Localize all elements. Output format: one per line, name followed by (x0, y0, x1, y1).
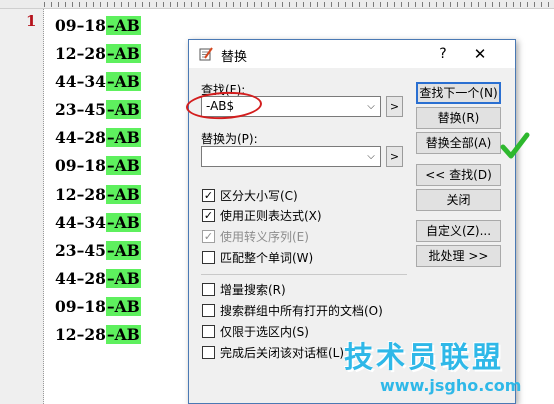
checkbox-checked-icon: ✓ (202, 230, 215, 243)
options-separator (201, 274, 407, 275)
help-button[interactable]: ? (434, 44, 452, 64)
line-number-gutter (0, 9, 44, 404)
replace-all-button[interactable]: 替换全部(A) (416, 132, 501, 154)
text-line[interactable]: 44–34–AB (55, 68, 141, 96)
text-line[interactable]: 23–45–AB (55, 96, 141, 124)
notepad-pencil-icon (199, 47, 213, 61)
checkbox-checked-icon: ✓ (202, 189, 215, 202)
highlighted-match: –AB (105, 44, 141, 64)
batch-process-button[interactable]: 批处理 >> (416, 245, 501, 267)
dialog-titlebar[interactable]: 替换 ? ✕ (189, 40, 515, 68)
replace-input[interactable]: ⌵ (201, 146, 381, 167)
checkbox-unchecked-icon (202, 251, 215, 264)
find-next-button[interactable]: 查找下一个(N) (416, 82, 501, 104)
top-ruler (0, 0, 554, 9)
text-line[interactable]: 44–28–AB (55, 124, 141, 152)
checkbox-unchecked-icon (202, 325, 215, 338)
text-line[interactable]: 12–28–AB (55, 181, 141, 209)
text-line[interactable]: 44–34–AB (55, 209, 141, 237)
close-button[interactable]: 关闭 (416, 189, 501, 211)
highlighted-match: –AB (105, 296, 141, 316)
green-check-icon (500, 132, 530, 159)
find-regex-helper-button[interactable]: > (386, 96, 403, 117)
text-line[interactable]: 12–28–AB (55, 40, 141, 68)
highlighted-match: –AB (105, 72, 141, 92)
replace-label: 替换为(P): (201, 132, 258, 146)
highlighted-match: –AB (105, 156, 141, 176)
close-window-button[interactable]: ✕ (471, 44, 489, 64)
checkbox-unchecked-icon (202, 283, 215, 296)
document-lines[interactable]: 09–18–AB 12–28–AB 44–34–AB 23–45–AB 44–2… (55, 12, 141, 349)
highlighted-match: –AB (105, 240, 141, 260)
text-line[interactable]: 09–18–AB (55, 12, 141, 40)
text-line[interactable]: 44–28–AB (55, 265, 141, 293)
dialog-title: 替换 (221, 50, 248, 65)
highlighted-match: –AB (105, 100, 141, 120)
checkbox-checked-icon: ✓ (202, 209, 215, 222)
checkbox-unchecked-icon (202, 304, 215, 317)
collapse-find-button[interactable]: << 查找(D) (416, 164, 501, 186)
highlighted-match: –AB (105, 184, 141, 204)
replace-button[interactable]: 替换(R) (416, 107, 501, 129)
chevron-down-icon[interactable]: ⌵ (365, 149, 377, 164)
watermark-url: www.jsgho.com (380, 376, 522, 395)
highlighted-match: –AB (105, 325, 141, 345)
line-number: 1 (26, 12, 37, 30)
highlighted-match: –AB (105, 16, 141, 35)
highlighted-match: –AB (105, 128, 141, 148)
ruler-ticks (44, 2, 554, 7)
watermark-logo-text: 技术员联盟 (344, 340, 505, 374)
highlighted-match: –AB (105, 268, 141, 288)
text-line[interactable]: 09–18–AB (55, 293, 141, 321)
text-line[interactable]: 12–28–AB (55, 321, 141, 349)
highlighted-match: –AB (105, 212, 141, 232)
text-line[interactable]: 09–18–AB (55, 152, 141, 180)
site-watermark: 技术员联盟 www.jsgho.com (336, 334, 554, 402)
customize-button[interactable]: 自定义(Z)... (416, 220, 501, 242)
checkbox-unchecked-icon (202, 346, 215, 359)
text-line[interactable]: 23–45–AB (55, 237, 141, 265)
chevron-down-icon[interactable]: ⌵ (365, 99, 377, 114)
replace-regex-helper-button[interactable]: > (386, 146, 403, 167)
